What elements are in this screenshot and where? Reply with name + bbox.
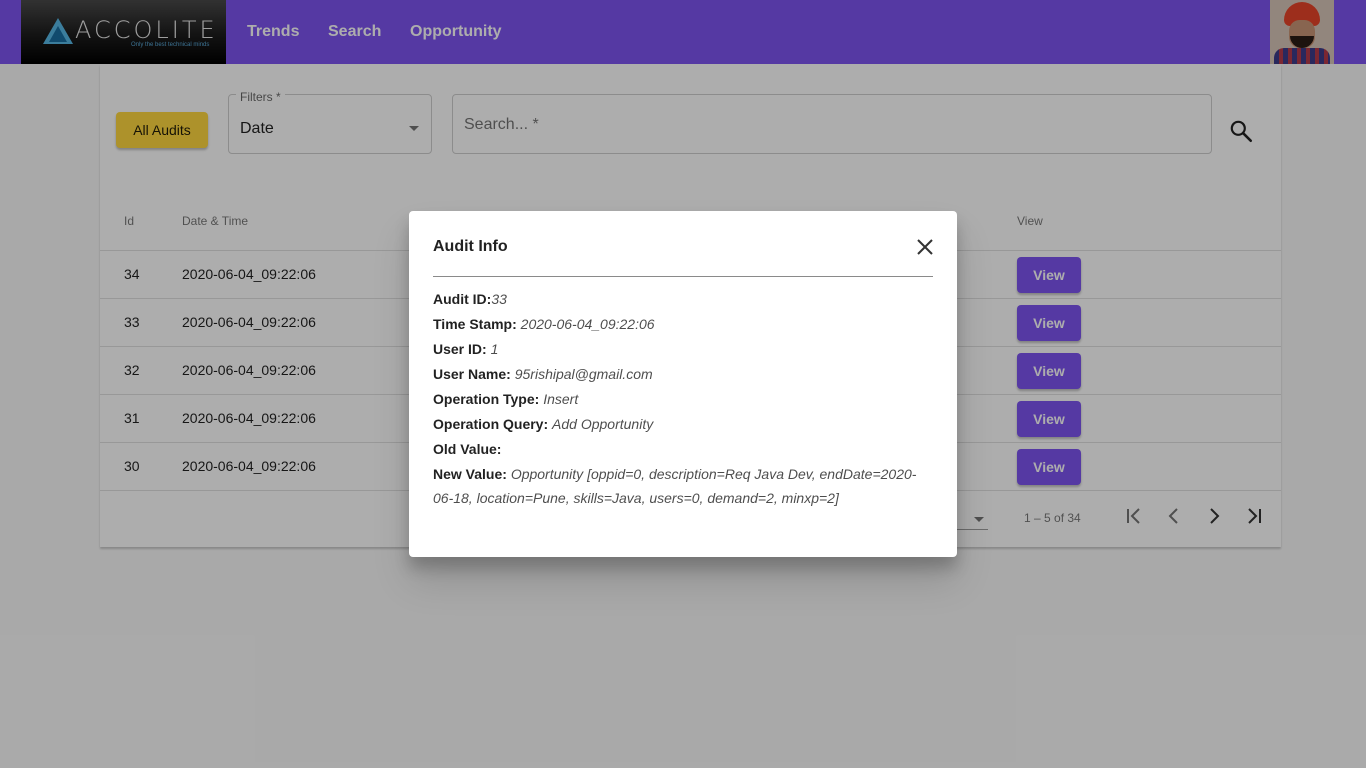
audit-id-label: Audit ID:	[433, 291, 492, 307]
operation-query-value: Add Opportunity	[552, 416, 654, 432]
operation-type-line: Operation Type: Insert	[433, 387, 933, 412]
user-id-label: User ID:	[433, 341, 487, 357]
new-value-label: New Value:	[433, 466, 507, 482]
new-value-line: New Value: Opportunity [oppid=0, descrip…	[433, 462, 933, 510]
dialog-content: Audit ID:33 Time Stamp: 2020-06-04_09:22…	[433, 287, 933, 510]
timestamp-value: 2020-06-04_09:22:06	[520, 316, 655, 332]
user-name-label: User Name:	[433, 366, 511, 382]
close-icon[interactable]	[914, 236, 936, 258]
audit-id-line: Audit ID:33	[433, 287, 933, 312]
operation-type-value: Insert	[543, 391, 579, 407]
dialog-divider	[433, 276, 933, 277]
old-value-line: Old Value:	[433, 437, 933, 462]
old-value-label: Old Value:	[433, 441, 502, 457]
audit-id-value: 33	[491, 291, 507, 307]
dialog-title: Audit Info	[433, 238, 508, 255]
timestamp-line: Time Stamp: 2020-06-04_09:22:06	[433, 312, 933, 337]
user-id-value: 1	[490, 341, 499, 357]
user-id-line: User ID: 1	[433, 337, 933, 362]
audit-info-dialog: Audit Info Audit ID:33 Time Stamp: 2020-…	[409, 211, 957, 557]
operation-type-label: Operation Type:	[433, 391, 540, 407]
operation-query-line: Operation Query: Add Opportunity	[433, 412, 933, 437]
timestamp-label: Time Stamp:	[433, 316, 517, 332]
user-name-line: User Name: 95rishipal@gmail.com	[433, 362, 933, 387]
user-name-value: 95rishipal@gmail.com	[514, 366, 653, 382]
operation-query-label: Operation Query:	[433, 416, 549, 432]
